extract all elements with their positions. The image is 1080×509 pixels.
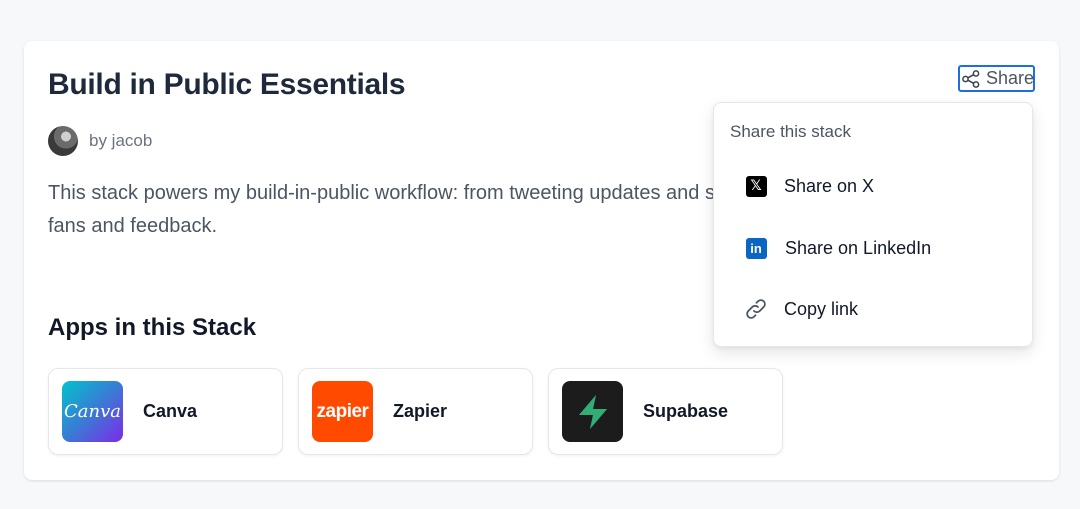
author-name[interactable]: by jacob	[89, 131, 152, 151]
share-button[interactable]: Share	[958, 65, 1035, 92]
copy-link-label: Copy link	[784, 298, 859, 319]
app-name: Supabase	[643, 401, 729, 421]
apps-section-title: Apps in this Stack	[48, 314, 257, 341]
link-icon	[744, 297, 768, 321]
description-line-1: This stack powers my build-in-public wor…	[48, 182, 715, 204]
share-on-linkedin-item[interactable]: in Share on LinkedIn	[744, 236, 931, 260]
zapier-logo-text: zapier	[316, 400, 369, 422]
app-name: Zapier	[393, 401, 448, 421]
share-button-label: Share	[986, 68, 1035, 88]
page-title: Build in Public Essentials	[48, 68, 406, 101]
share-icon	[961, 68, 981, 90]
copy-link-item[interactable]: Copy link	[744, 297, 858, 321]
app-card-zapier[interactable]: zapier Zapier	[298, 368, 533, 455]
share-menu-header: Share this stack	[730, 122, 851, 141]
apps-list: Canva Canva zapier Zapier Supabase	[48, 368, 798, 455]
x-logo-icon: 𝕏	[744, 174, 768, 198]
app-card-supabase[interactable]: Supabase	[548, 368, 783, 455]
canva-logo-text: Canva	[64, 401, 121, 422]
avatar[interactable]	[48, 126, 78, 156]
canva-logo-icon: Canva	[62, 381, 123, 442]
author-info[interactable]: by jacob	[48, 126, 152, 156]
app-name: Canva	[143, 401, 198, 421]
stack-description: This stack powers my build-in-public wor…	[48, 177, 728, 243]
share-on-x-item[interactable]: 𝕏 Share on X	[744, 174, 874, 198]
zapier-logo-icon: zapier	[312, 381, 373, 442]
share-on-linkedin-label: Share on LinkedIn	[785, 237, 932, 258]
description-line-2: fans and feedback.	[48, 215, 218, 237]
share-dropdown-menu: Share this stack 𝕏 Share on X in Share o…	[713, 102, 1033, 347]
share-on-x-label: Share on X	[784, 175, 875, 196]
app-card-canva[interactable]: Canva Canva	[48, 368, 283, 455]
linkedin-icon: in	[744, 236, 768, 260]
supabase-logo-icon	[562, 381, 623, 442]
